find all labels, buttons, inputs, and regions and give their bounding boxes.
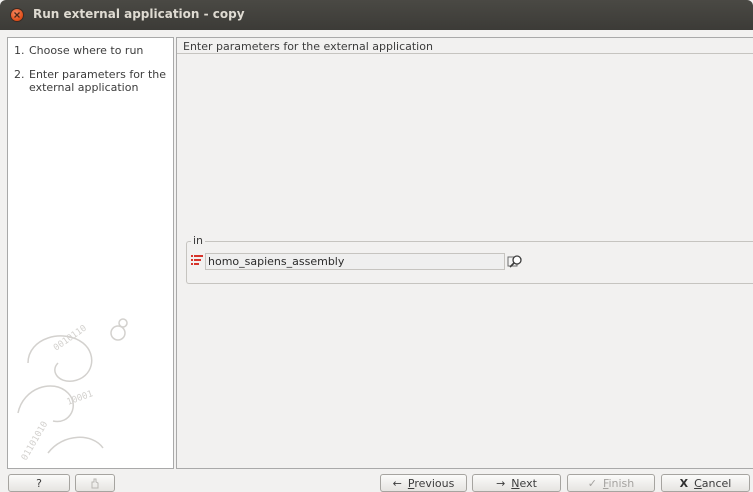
cancel-button[interactable]: X Cancel bbox=[661, 474, 750, 492]
next-label: Next bbox=[511, 476, 537, 490]
arrow-left-icon: ← bbox=[392, 476, 402, 490]
help-button[interactable]: ? bbox=[8, 474, 70, 492]
browse-search-icon[interactable] bbox=[507, 253, 523, 269]
previous-label: Previous bbox=[407, 476, 455, 490]
svg-text:01101010: 01101010 bbox=[20, 420, 50, 463]
tip-button[interactable] bbox=[75, 474, 115, 492]
group-label: in bbox=[191, 234, 206, 247]
finish-label: Finish bbox=[602, 476, 635, 490]
in-parameter-group: in homo_sapiens_assembly bbox=[186, 234, 753, 284]
wizard-step-enter-parameters: 2. Enter parameters for the external app… bbox=[14, 68, 173, 94]
title-bar[interactable]: Run external application - copy bbox=[0, 0, 753, 30]
panel-title: Enter parameters for the external applic… bbox=[183, 40, 433, 53]
title-divider bbox=[177, 53, 753, 54]
wizard-step-choose-where-to-run: 1. Choose where to run bbox=[14, 44, 173, 57]
finish-button[interactable]: ✓ Finish bbox=[567, 474, 655, 492]
step-number: 1. bbox=[14, 44, 25, 57]
decorative-swirl-graphic: 0010110 01101010 10001 bbox=[17, 318, 128, 463]
cancel-label: Cancel bbox=[694, 476, 732, 490]
close-icon[interactable] bbox=[11, 9, 23, 21]
previous-button[interactable]: ← Previous bbox=[380, 474, 467, 492]
wizard-steps-panel: 1. Choose where to run 2. Enter paramete… bbox=[7, 37, 174, 469]
window-title: Run external application - copy bbox=[33, 7, 245, 21]
tip-icon bbox=[91, 478, 99, 489]
parameters-panel: Enter parameters for the external applic… bbox=[176, 37, 753, 469]
cancel-x-icon: X bbox=[679, 476, 689, 490]
svg-text:10001: 10001 bbox=[66, 389, 95, 408]
step-label: Choose where to run bbox=[29, 44, 144, 57]
svg-text:0010110: 0010110 bbox=[52, 324, 89, 354]
input-data-field[interactable]: homo_sapiens_assembly bbox=[205, 253, 505, 270]
help-label: ? bbox=[36, 476, 42, 490]
step-label: Enter parameters for the external applic… bbox=[29, 68, 166, 94]
element-list-icon bbox=[191, 255, 203, 265]
next-button[interactable]: → Next bbox=[472, 474, 561, 492]
arrow-right-icon: → bbox=[496, 476, 506, 490]
checkmark-icon: ✓ bbox=[587, 476, 597, 490]
dialog-window: Run external application - copy 1. Choos… bbox=[0, 0, 753, 492]
step-number: 2. bbox=[14, 68, 25, 81]
